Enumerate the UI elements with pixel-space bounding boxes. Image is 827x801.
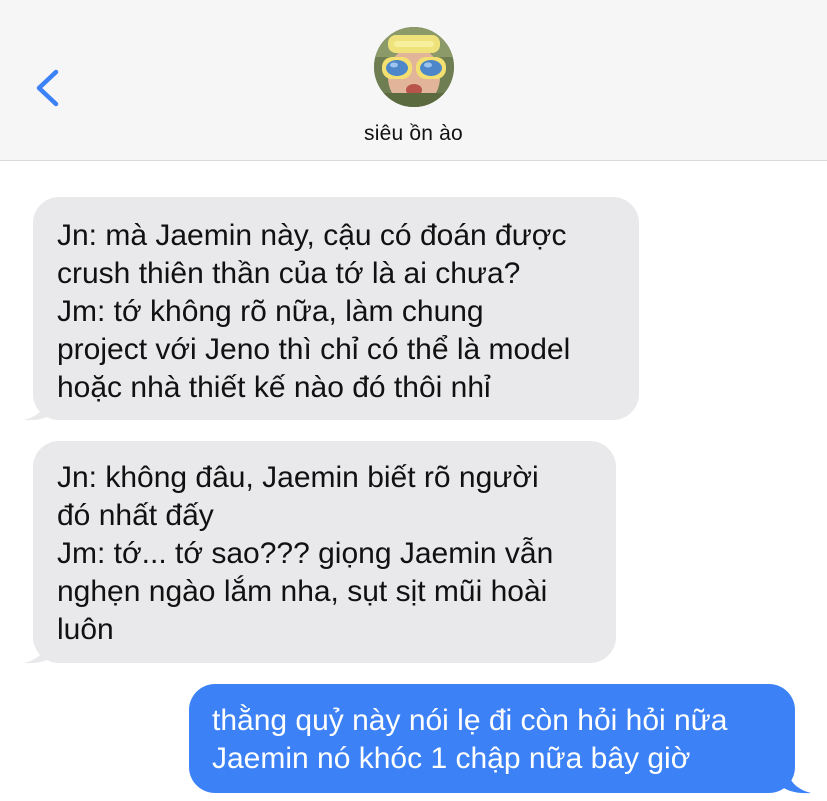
- message-bubble-incoming[interactable]: Jn: mà Jaemin này, cậu có đoán được crus…: [33, 197, 639, 420]
- message-line: project với Jeno thì chỉ có thể là model: [57, 333, 571, 366]
- message-line: nghẹn ngào lắm nha, sụt sịt mũi hoài: [57, 575, 548, 608]
- message-line: Jn: mà Jaemin này, cậu có đoán được: [57, 219, 567, 252]
- message-line: thằng quỷ này nói lẹ đi còn hỏi hỏi nữa: [212, 704, 728, 737]
- message-bubble-outgoing[interactable]: thằng quỷ này nói lẹ đi còn hỏi hỏi nữa …: [189, 684, 795, 793]
- bubble-tail-incoming: [24, 635, 58, 664]
- message-line: Jn: không đâu, Jaemin biết rõ người: [57, 461, 539, 494]
- chevron-left-icon: [36, 69, 59, 107]
- chat-screen: siêu ồn ào Jn: mà Jaemin này, cậu có đoá…: [0, 0, 827, 801]
- bubble-tail-outgoing: [777, 765, 811, 794]
- message-line: luôn: [57, 613, 114, 646]
- avatar-image: [374, 27, 454, 107]
- contact-avatar[interactable]: [374, 27, 454, 107]
- message-line: hoặc nhà thiết kế nào đó thôi nhỉ: [57, 371, 491, 404]
- message-line: crush thiên thần của tớ là ai chưa?: [57, 257, 521, 290]
- back-button[interactable]: [28, 62, 68, 114]
- message-bubble-incoming[interactable]: Jn: không đâu, Jaemin biết rõ người đó n…: [33, 441, 616, 663]
- message-line: Jaemin nó khóc 1 chập nữa bây giờ: [212, 742, 691, 775]
- message-line: Jm: tớ... tớ sao??? giọng Jaemin vẫn: [57, 537, 554, 570]
- conversation-header: siêu ồn ào: [0, 0, 827, 161]
- message-line: đó nhất đấy: [57, 499, 214, 532]
- bubble-tail-incoming: [24, 392, 58, 421]
- contact-name[interactable]: siêu ồn ào: [0, 122, 827, 146]
- message-line: Jm: tớ không rõ nữa, làm chung: [57, 295, 484, 328]
